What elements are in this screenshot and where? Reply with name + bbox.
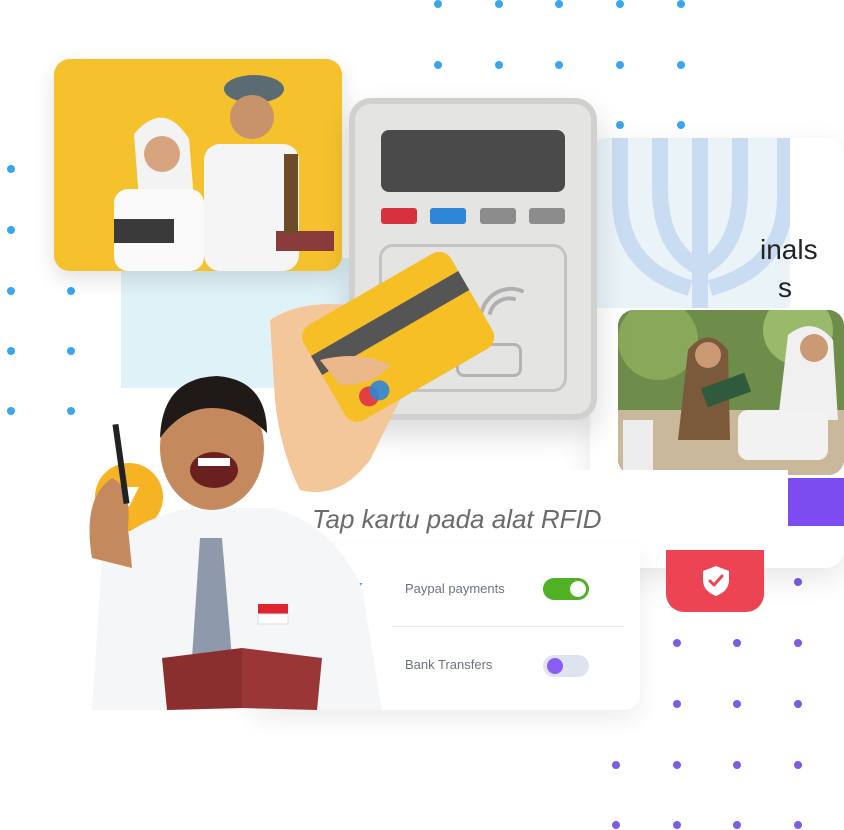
paypal-toggle[interactable] [543,578,589,600]
bank-transfers-label: Bank Transfers [405,657,493,672]
terminal-blue-button [430,208,466,224]
heading-partial-2: s [778,272,792,303]
terminal-grey-button [480,208,516,224]
student-with-pen-and-book [72,358,392,710]
toggle-knob [547,658,563,674]
paypal-label: Paypal payments [405,581,505,596]
payment-divider [392,626,624,627]
toggle-knob [570,581,586,597]
shield-check-icon [703,566,729,596]
outdoor-scene-image [618,310,844,475]
bank-transfers-toggle[interactable] [543,655,589,677]
heading-partial-1: inals [760,234,818,265]
students-outdoor-photo [618,310,844,475]
arch-pattern-icon [612,138,793,308]
terminal-red-button [381,208,417,224]
card-pattern-area [590,138,793,308]
students-thumbs-up-photo [54,59,342,271]
terminal-screen [381,130,565,192]
students-photo [54,59,342,271]
terminal-grey-button [529,208,565,224]
security-card [666,550,764,612]
